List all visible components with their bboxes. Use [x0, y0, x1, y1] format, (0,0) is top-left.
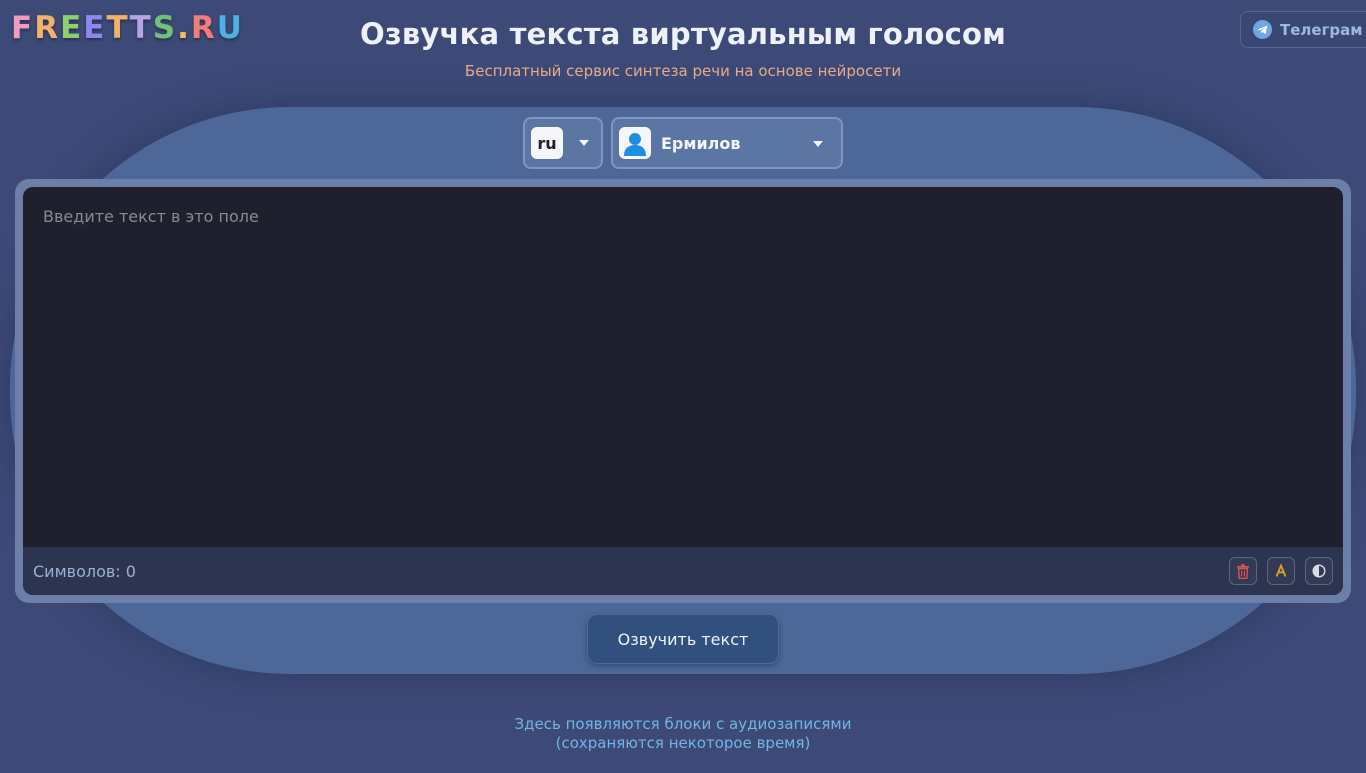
text-input[interactable] — [23, 187, 1343, 547]
font-icon — [1275, 564, 1287, 577]
theme-toggle-button[interactable] — [1305, 557, 1333, 585]
editor-tools — [1229, 557, 1333, 585]
audio-hint-line-2: (сохраняются некоторое время) — [555, 734, 811, 752]
audio-hint-line-1: Здесь появляются блоки с аудиозаписями — [514, 715, 852, 733]
voice-select[interactable]: Ермилов — [611, 117, 843, 169]
trash-icon — [1237, 563, 1249, 579]
editor: Символов: 0 — [23, 187, 1343, 595]
audio-list-placeholder: Здесь появляются блоки с аудиозаписями (… — [0, 715, 1366, 753]
language-code: ru — [531, 127, 563, 159]
chevron-down-icon — [813, 141, 823, 147]
contrast-icon — [1312, 564, 1326, 578]
voice-avatar — [619, 127, 651, 159]
language-select[interactable]: ru — [523, 117, 603, 169]
chevron-down-icon — [579, 140, 589, 146]
editor-frame: Символов: 0 — [15, 179, 1351, 603]
editor-footer: Символов: 0 — [23, 547, 1343, 595]
speak-button[interactable]: Озвучить текст — [587, 614, 779, 664]
page-subtitle: Бесплатный сервис синтеза речи на основе… — [464, 62, 902, 80]
person-icon — [624, 133, 646, 156]
text-format-button[interactable] — [1267, 557, 1295, 585]
character-counter: Символов: 0 — [33, 561, 136, 581]
page-title: Озвучка текста виртуальным голосом — [359, 17, 1007, 51]
clear-text-button[interactable] — [1229, 557, 1257, 585]
voice-name: Ермилов — [661, 133, 741, 153]
